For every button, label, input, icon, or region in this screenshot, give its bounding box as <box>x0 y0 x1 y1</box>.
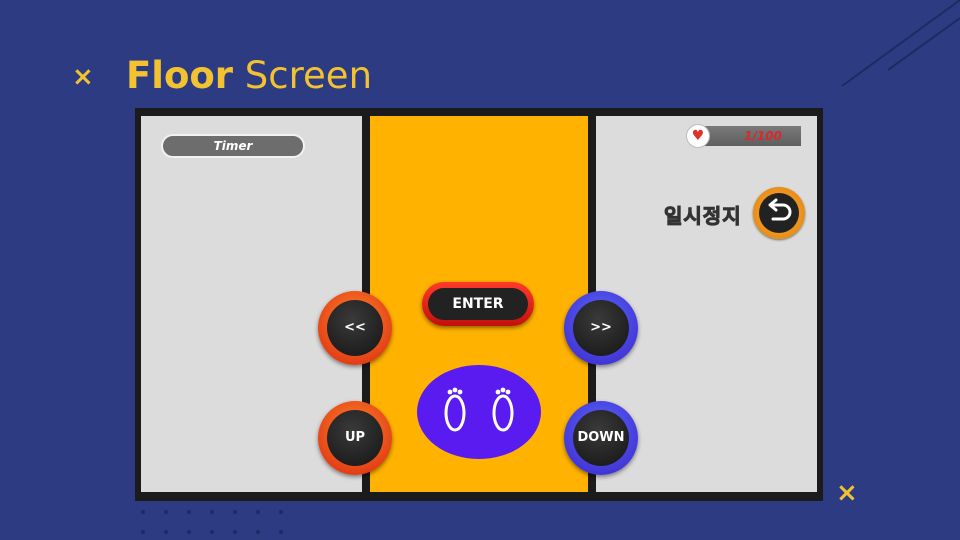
down-button-label: DOWN <box>573 410 629 466</box>
game-screen: Timer ♥ 1/100 일시정지 << >> UP DOWN ENTER <box>135 108 823 501</box>
up-button-label: UP <box>327 410 383 466</box>
slide-title: Floor Screen <box>126 54 372 98</box>
right-button-label: >> <box>573 300 629 356</box>
hp-counter: 1/100 <box>744 129 782 143</box>
decorative-x-mark: × <box>836 478 858 508</box>
heart-icon: ♥ <box>686 124 710 148</box>
decorative-dot-grid <box>141 510 283 534</box>
up-button[interactable]: UP <box>318 401 392 475</box>
decorative-x-mark: × <box>72 62 94 92</box>
left-button-label: << <box>327 300 383 356</box>
footprints-icon <box>444 387 514 432</box>
down-button[interactable]: DOWN <box>564 401 638 475</box>
pause-button[interactable] <box>753 187 805 239</box>
undo-arrow-icon <box>768 198 792 221</box>
slide-title-rest: Screen <box>233 54 373 97</box>
slide-title-bold: Floor <box>126 54 234 97</box>
footpad[interactable] <box>417 365 541 459</box>
timer-label: Timer <box>161 134 305 158</box>
pause-label: 일시정지 <box>664 204 742 229</box>
enter-button-label: ENTER <box>428 288 528 320</box>
enter-button[interactable]: ENTER <box>422 282 534 326</box>
decorative-diagonal-lines <box>841 0 960 87</box>
left-button[interactable]: << <box>318 291 392 365</box>
hp-bar: ♥ 1/100 <box>686 124 801 148</box>
right-button[interactable]: >> <box>564 291 638 365</box>
